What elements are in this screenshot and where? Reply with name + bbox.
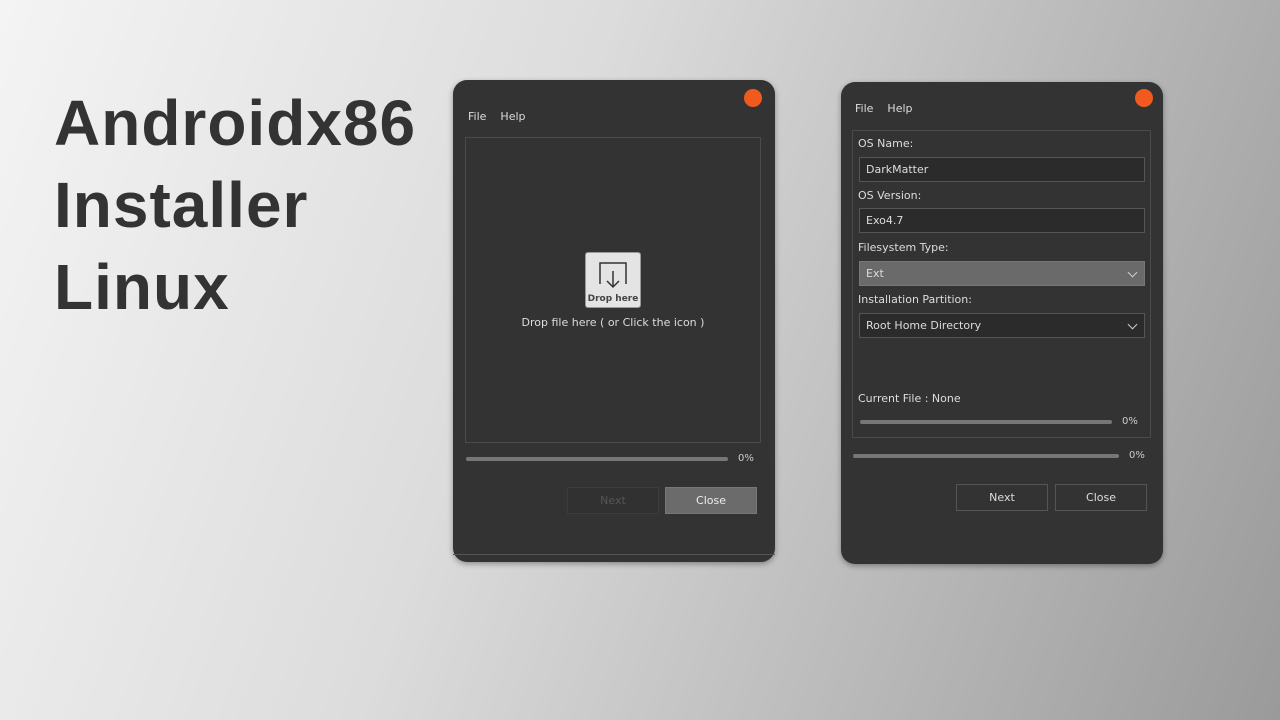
partition-label: Installation Partition: bbox=[858, 293, 972, 306]
drop-area[interactable]: Drop here Drop file here ( or Click the … bbox=[465, 137, 761, 443]
close-button[interactable]: Close bbox=[665, 487, 757, 514]
headline-line: Linux bbox=[54, 251, 230, 323]
drop-file-icon[interactable]: Drop here bbox=[585, 252, 641, 308]
next-button[interactable]: Next bbox=[567, 487, 659, 514]
os-name-input[interactable]: DarkMatter bbox=[859, 157, 1145, 182]
progress-bar bbox=[466, 457, 728, 461]
config-window: File Help OS Name: DarkMatter OS Version:… bbox=[841, 82, 1163, 564]
file-progress-bar bbox=[860, 420, 1112, 424]
drop-icon-label: Drop here bbox=[587, 294, 639, 304]
menu-help[interactable]: Help bbox=[500, 110, 525, 123]
menu-help[interactable]: Help bbox=[887, 102, 912, 115]
drop-hint: Drop file here ( or Click the icon ) bbox=[521, 316, 705, 329]
divider bbox=[453, 554, 775, 555]
file-progress-label: 0% bbox=[1122, 416, 1138, 427]
next-button[interactable]: Next bbox=[956, 484, 1048, 511]
close-window-button[interactable] bbox=[744, 89, 762, 107]
partition-value: Root Home Directory bbox=[866, 319, 982, 332]
progress-label: 0% bbox=[738, 453, 754, 464]
download-arrow-icon bbox=[599, 262, 627, 289]
os-name-label: OS Name: bbox=[858, 137, 914, 150]
fs-type-value: Ext bbox=[866, 267, 884, 280]
fs-type-select[interactable]: Ext bbox=[859, 261, 1145, 286]
chevron-down-icon bbox=[1127, 319, 1138, 330]
close-button[interactable]: Close bbox=[1055, 484, 1147, 511]
menu-bar: File Help bbox=[855, 102, 927, 115]
total-progress-bar bbox=[853, 454, 1119, 458]
headline-line: Installer bbox=[54, 169, 309, 241]
close-window-button[interactable] bbox=[1135, 89, 1153, 107]
chevron-down-icon bbox=[1127, 267, 1138, 278]
total-progress-label: 0% bbox=[1129, 450, 1145, 461]
os-version-input[interactable]: Exo4.7 bbox=[859, 208, 1145, 233]
drop-window: File Help Drop here Drop file here ( or C… bbox=[453, 80, 775, 562]
headline-line: Androidx86 bbox=[54, 87, 417, 159]
os-version-label: OS Version: bbox=[858, 189, 922, 202]
partition-select[interactable]: Root Home Directory bbox=[859, 313, 1145, 338]
fs-type-label: Filesystem Type: bbox=[858, 241, 949, 254]
menu-bar: File Help bbox=[468, 110, 540, 123]
headline: Androidx86 Installer Linux bbox=[54, 82, 416, 328]
current-file-label: Current File : None bbox=[858, 392, 961, 405]
menu-file[interactable]: File bbox=[468, 110, 486, 123]
menu-file[interactable]: File bbox=[855, 102, 873, 115]
